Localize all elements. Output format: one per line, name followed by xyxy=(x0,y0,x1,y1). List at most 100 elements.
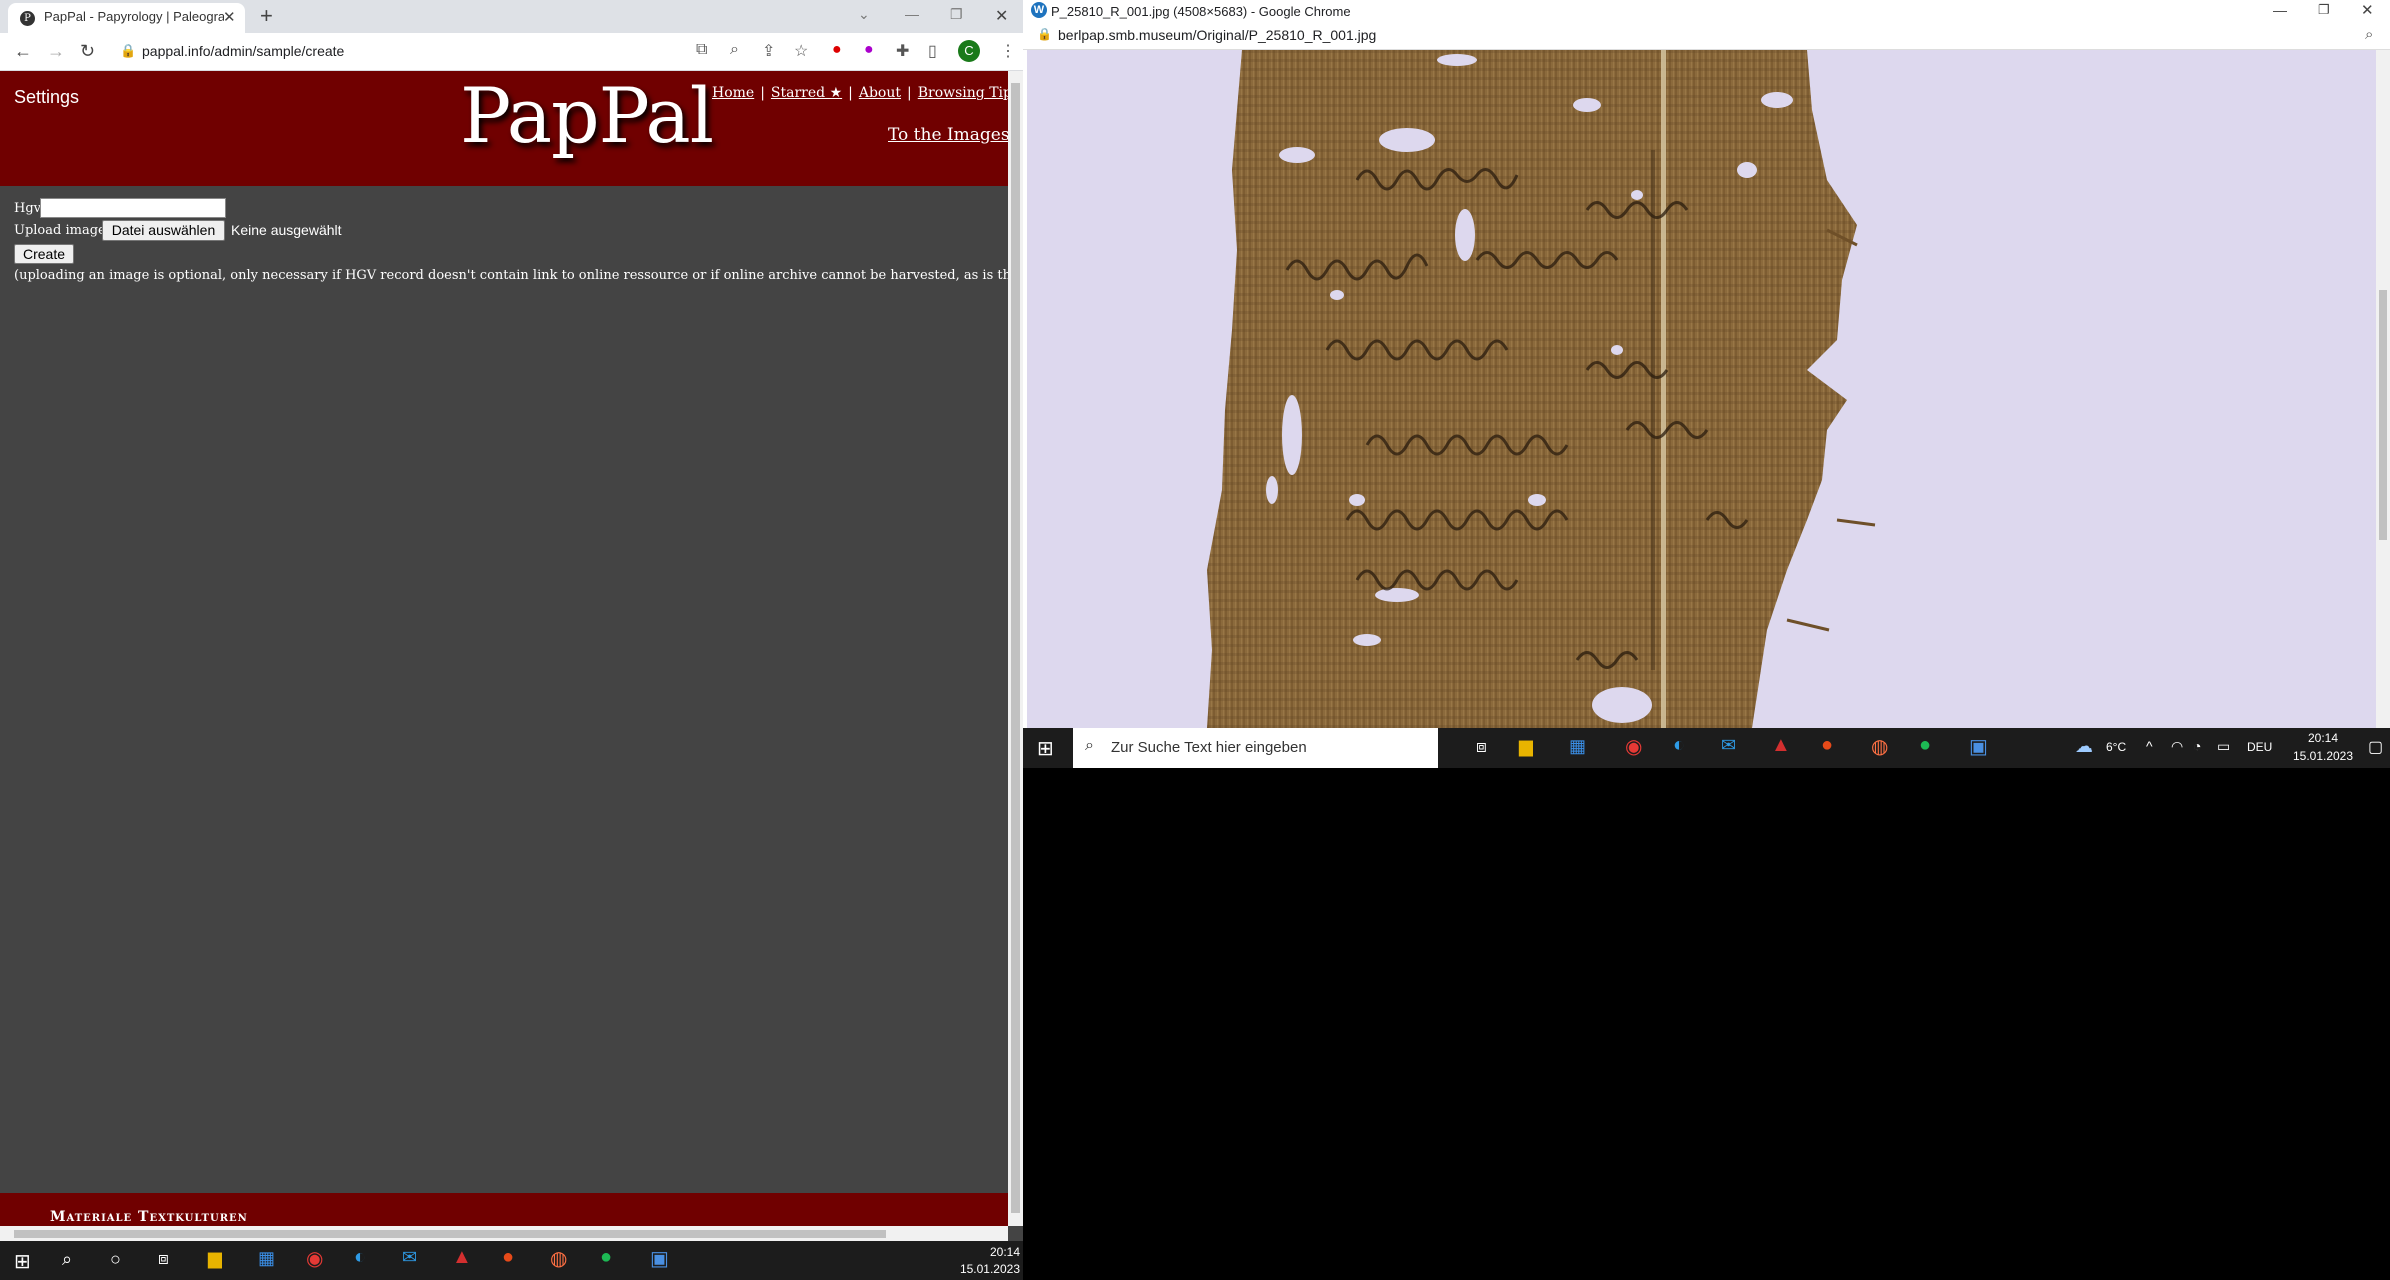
cortana-icon[interactable]: ○ xyxy=(110,1249,121,1270)
minimize-icon[interactable]: — xyxy=(905,6,919,22)
address-bar-row: 🔒 berlpap.smb.museum/Original/P_25810_R_… xyxy=(1023,22,2390,50)
left-browser-window: P PapPal - Papyrology | Paleograph ✕ + ⌄… xyxy=(0,0,1023,1249)
store-icon[interactable]: ▦ xyxy=(258,1248,275,1269)
scroll-thumb[interactable] xyxy=(1011,83,1020,1213)
close-window-icon[interactable]: ✕ xyxy=(2361,1,2374,19)
firefox-icon[interactable]: ◍ xyxy=(1871,734,1888,759)
network-icon[interactable]: ◠ xyxy=(2171,738,2183,755)
file-explorer-icon[interactable]: ▆ xyxy=(1519,736,1533,757)
tray-chevron-icon[interactable]: ^ xyxy=(2146,738,2153,754)
minimize-icon[interactable]: — xyxy=(2273,2,2287,18)
windows-start-icon[interactable]: ⊞ xyxy=(14,1249,31,1274)
search-icon: ⌕ xyxy=(1085,737,1094,754)
title-bar: W P_25810_R_001.jpg (4508×5683) - Google… xyxy=(1023,0,2390,22)
windows-start-icon[interactable]: ⊞ xyxy=(1037,736,1054,761)
lock-icon: 🔒 xyxy=(120,43,137,58)
file-explorer-icon[interactable]: ▆ xyxy=(208,1248,222,1269)
nav-home[interactable]: Home xyxy=(712,85,754,101)
spotify-icon[interactable]: ● xyxy=(1919,734,1931,757)
create-sample-form: Hgv Upload image Datei auswählen Keine a… xyxy=(14,198,1023,288)
task-view-icon[interactable]: ⧈ xyxy=(158,1249,169,1269)
photos-icon[interactable]: ▣ xyxy=(650,1246,669,1271)
hgv-input[interactable] xyxy=(40,198,226,218)
mail-icon[interactable]: ✉ xyxy=(1721,735,1736,756)
battery-icon[interactable]: ▭ xyxy=(2217,738,2230,755)
profile-avatar[interactable]: C xyxy=(958,40,980,62)
photos-icon[interactable]: ▣ xyxy=(1969,734,1988,759)
wifi-icon[interactable]: ◔ xyxy=(2193,738,2201,754)
settings-link[interactable]: Settings xyxy=(14,87,79,108)
tab-title: PapPal - Papyrology | Paleograph xyxy=(44,9,224,24)
new-tab-button[interactable]: + xyxy=(260,3,273,29)
sidepanel-icon[interactable]: ▯ xyxy=(928,41,937,61)
to-images-link[interactable]: To the Images ... xyxy=(888,125,1023,145)
tab-search-icon[interactable]: ⌄ xyxy=(858,6,870,23)
share-icon[interactable]: ⇪ xyxy=(762,41,775,61)
powerpoint-icon[interactable]: ● xyxy=(502,1246,514,1269)
back-icon[interactable]: ← xyxy=(14,41,32,62)
spotify-icon[interactable]: ● xyxy=(600,1246,612,1269)
site-logo[interactable]: PapPal xyxy=(460,71,714,160)
horizontal-scrollbar[interactable] xyxy=(0,1226,1008,1241)
extension-icon[interactable]: ● xyxy=(864,41,874,59)
address-bar-row: ← → ↻ 🔒 pappal.info/admin/sample/create … xyxy=(0,33,1023,71)
scroll-thumb[interactable] xyxy=(2379,290,2387,540)
vertical-scrollbar[interactable] xyxy=(1008,71,1023,1226)
clock-time[interactable]: 20:14 xyxy=(2293,731,2353,745)
chrome-icon[interactable]: ◉ xyxy=(1625,734,1642,759)
file-status: Keine ausgewählt xyxy=(231,222,342,238)
menu-dots-icon[interactable]: ⋮ xyxy=(1000,41,1016,61)
upload-image-label: Upload image xyxy=(14,223,106,238)
weather-cloud-icon: ☁ xyxy=(2075,736,2093,756)
omnibox[interactable]: 🔒 pappal.info/admin/sample/create xyxy=(110,37,710,67)
notifications-icon[interactable]: ▢ xyxy=(2368,737,2383,757)
scroll-thumb[interactable] xyxy=(14,1230,886,1238)
hgv-label: Hgv xyxy=(14,201,42,216)
forward-icon[interactable]: → xyxy=(47,41,65,62)
site-header: Settings PapPal Home | Starred ★ | About | Bro… xyxy=(0,71,1023,186)
clock-time[interactable]: 20:14 xyxy=(950,1245,1020,1259)
weather-temp[interactable]: 6°C xyxy=(2106,740,2126,754)
zoom-icon[interactable]: ⌕ xyxy=(730,41,739,59)
edge-icon[interactable]: ◐ xyxy=(1673,734,1685,757)
nav-about[interactable]: About xyxy=(859,85,901,101)
task-view-icon[interactable]: ⧈ xyxy=(1476,737,1487,757)
bookmark-star-icon[interactable]: ☆ xyxy=(794,41,808,61)
taskbar-search-box[interactable]: ⌕ Zur Suche Text hier eingeben xyxy=(1073,728,1438,768)
close-window-icon[interactable]: ✕ xyxy=(995,6,1008,26)
firefox-icon[interactable]: ◍ xyxy=(550,1246,567,1271)
chrome-icon[interactable]: ◉ xyxy=(306,1246,323,1271)
edge-icon[interactable]: ◐ xyxy=(354,1246,366,1269)
window-title: P_25810_R_001.jpg (4508×5683) - Google C… xyxy=(1051,4,1351,19)
mail-icon[interactable]: ✉ xyxy=(402,1247,417,1268)
translate-icon[interactable]: ⧉ xyxy=(696,41,707,59)
cortana-icon[interactable]: ○ xyxy=(1428,737,1439,758)
pappal-favicon-icon: P xyxy=(20,11,35,26)
nav-starred[interactable]: Starred ★ xyxy=(771,85,842,101)
extensions-puzzle-icon[interactable]: ✚ xyxy=(896,41,909,61)
image-viewer[interactable] xyxy=(1027,50,2376,728)
powerpoint-icon[interactable]: ● xyxy=(1821,734,1833,757)
close-tab-icon[interactable]: ✕ xyxy=(223,8,236,26)
choose-file-button[interactable]: Datei auswählen xyxy=(102,220,225,241)
create-button[interactable]: Create xyxy=(14,244,74,264)
clock-date[interactable]: 15.01.2023 xyxy=(950,1262,1020,1276)
clock-date[interactable]: 15.01.2023 xyxy=(2288,749,2358,763)
zoom-icon[interactable]: ⌕ xyxy=(2365,26,2373,43)
store-icon[interactable]: ▦ xyxy=(1569,736,1586,757)
tab-pappal[interactable]: P PapPal - Papyrology | Paleograph ✕ xyxy=(8,3,245,33)
search-icon[interactable]: ⌕ xyxy=(62,1249,72,1270)
extension-icon[interactable]: ● xyxy=(832,41,842,59)
upload-note: (uploading an image is optional, only ne… xyxy=(14,268,1023,283)
reload-icon[interactable]: ↻ xyxy=(80,41,95,62)
acrobat-icon[interactable]: ▲ xyxy=(1771,734,1791,757)
restore-icon[interactable]: ❐ xyxy=(950,6,963,23)
vertical-scrollbar[interactable] xyxy=(2376,50,2390,728)
language-indicator[interactable]: DEU xyxy=(2247,740,2272,754)
url-text: pappal.info/admin/sample/create xyxy=(142,43,345,59)
main-taskbar: ⊞ ⌕ ○ ⧈ ▆ ▦ ◉ ◐ ✉ ▲ ● ◍ ● ▣ 20:14 15.01.… xyxy=(0,1241,1023,1280)
acrobat-icon[interactable]: ▲ xyxy=(452,1246,472,1269)
url-text[interactable]: berlpap.smb.museum/Original/P_25810_R_00… xyxy=(1058,27,1376,43)
nav-browsing-tips[interactable]: Browsing Tips xyxy=(918,85,1019,101)
restore-icon[interactable]: ❐ xyxy=(2318,2,2330,18)
